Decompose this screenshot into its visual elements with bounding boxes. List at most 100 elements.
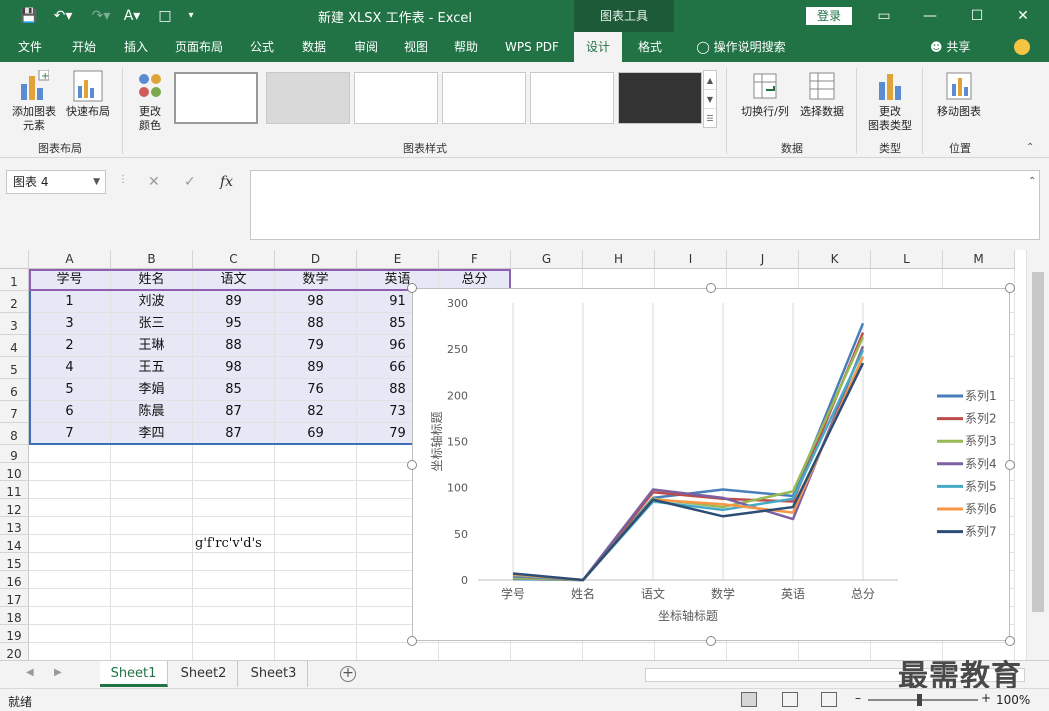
sheet-tab-sheet3[interactable]: Sheet3: [240, 661, 308, 687]
cell[interactable]: [193, 463, 275, 481]
cell[interactable]: [193, 553, 275, 571]
table-header-cell[interactable]: 学号: [29, 269, 111, 291]
row-header-16[interactable]: 16: [0, 571, 29, 589]
table-cell[interactable]: 7: [29, 423, 111, 445]
table-cell[interactable]: 87: [193, 423, 275, 445]
resize-handle[interactable]: [1005, 636, 1015, 646]
chart-style-6[interactable]: [618, 72, 702, 124]
gallery-more-icon[interactable]: ☰: [704, 109, 716, 128]
change-colors-button[interactable]: 更改 颜色: [128, 70, 172, 133]
table-cell[interactable]: 76: [275, 379, 357, 401]
cell[interactable]: [111, 445, 193, 463]
login-button[interactable]: 登录: [806, 7, 852, 25]
cell[interactable]: [29, 643, 111, 660]
resize-handle[interactable]: [1005, 459, 1015, 470]
row-header-11[interactable]: 11: [0, 481, 29, 499]
zoom-out-icon[interactable]: –: [855, 691, 861, 705]
column-header-e[interactable]: E: [357, 250, 439, 269]
chart-style-5[interactable]: [530, 72, 614, 124]
style-gallery-scroll[interactable]: ▲ ▼ ☰: [703, 70, 717, 128]
table-cell[interactable]: 69: [275, 423, 357, 445]
maximize-icon[interactable]: ☐: [962, 4, 992, 28]
sheet-tab-sheet1[interactable]: Sheet1: [100, 661, 168, 687]
zoom-in-icon[interactable]: +: [981, 691, 991, 705]
tab-insert[interactable]: 插入: [114, 32, 158, 62]
row-header-4[interactable]: 4: [0, 335, 29, 357]
cell[interactable]: [193, 625, 275, 643]
insert-function-icon[interactable]: fx: [220, 174, 233, 190]
cell[interactable]: [29, 463, 111, 481]
cell[interactable]: [111, 481, 193, 499]
tab-file[interactable]: 文件: [8, 32, 52, 62]
save-icon[interactable]: 💾: [18, 6, 40, 26]
row-header-12[interactable]: 12: [0, 499, 29, 517]
cell[interactable]: [111, 643, 193, 660]
feedback-smiley-icon[interactable]: [1014, 39, 1030, 55]
column-header-i[interactable]: I: [655, 250, 727, 269]
cell[interactable]: [193, 499, 275, 517]
row-header-9[interactable]: 9: [0, 445, 29, 463]
cell[interactable]: [29, 481, 111, 499]
row-header-10[interactable]: 10: [0, 463, 29, 481]
select-all-corner[interactable]: [0, 250, 29, 269]
resize-handle[interactable]: [407, 283, 417, 293]
zoom-slider[interactable]: [868, 699, 978, 701]
table-cell[interactable]: 3: [29, 313, 111, 335]
table-cell[interactable]: 王琳: [111, 335, 193, 357]
cell[interactable]: [193, 517, 275, 535]
cell[interactable]: [275, 589, 357, 607]
column-header-a[interactable]: A: [29, 250, 111, 269]
redo-icon[interactable]: ↷▾: [86, 6, 116, 26]
table-cell[interactable]: 89: [275, 357, 357, 379]
gallery-up-icon[interactable]: ▲: [704, 71, 716, 90]
zoom-level[interactable]: 100%: [996, 693, 1030, 707]
quick-layout-button[interactable]: 快速布局: [62, 70, 114, 119]
change-chart-type-button[interactable]: 更改 图表类型: [862, 70, 918, 133]
row-header-5[interactable]: 5: [0, 357, 29, 379]
column-header-f[interactable]: F: [439, 250, 511, 269]
enter-icon[interactable]: ✓: [184, 174, 196, 190]
cell[interactable]: [275, 643, 357, 660]
line-chart[interactable]: 0 50 100 150 200 250 300 学号 姓名 语文 数学 英语 总分 坐标轴标题 坐标轴标题…: [407, 283, 1015, 646]
cell[interactable]: [29, 589, 111, 607]
prev-sheet-icon[interactable]: ◀: [26, 667, 34, 678]
cell[interactable]: [357, 643, 439, 660]
tab-data[interactable]: 数据: [292, 32, 336, 62]
table-cell[interactable]: 89: [193, 291, 275, 313]
table-cell[interactable]: 85: [193, 379, 275, 401]
cell[interactable]: [275, 607, 357, 625]
table-cell[interactable]: 88: [193, 335, 275, 357]
formula-input[interactable]: [250, 170, 1040, 240]
cell[interactable]: [29, 553, 111, 571]
resize-handle[interactable]: [1005, 283, 1015, 293]
table-cell[interactable]: 李四: [111, 423, 193, 445]
tab-format[interactable]: 格式: [628, 32, 672, 62]
table-cell[interactable]: 5: [29, 379, 111, 401]
resize-handle[interactable]: [706, 636, 716, 646]
cell[interactable]: [193, 481, 275, 499]
cell[interactable]: [275, 553, 357, 571]
cell[interactable]: [29, 499, 111, 517]
resize-handle[interactable]: [706, 283, 716, 293]
column-header-k[interactable]: K: [799, 250, 871, 269]
chevron-down-icon[interactable]: ▼: [93, 171, 100, 193]
tab-help[interactable]: 帮助: [444, 32, 488, 62]
tab-design[interactable]: 设计: [574, 32, 622, 62]
cell[interactable]: [275, 499, 357, 517]
page-layout-view-icon[interactable]: [782, 692, 798, 707]
table-cell[interactable]: 98: [275, 291, 357, 313]
cell[interactable]: [727, 643, 799, 660]
cell[interactable]: [193, 571, 275, 589]
minimize-icon[interactable]: —: [915, 4, 945, 28]
collapse-ribbon-icon[interactable]: ⌃: [1026, 142, 1034, 153]
cell[interactable]: [439, 643, 511, 660]
expand-formula-bar-icon[interactable]: ⌃: [1028, 176, 1036, 187]
tab-view[interactable]: 视图: [394, 32, 438, 62]
table-cell[interactable]: 79: [275, 335, 357, 357]
cell-c14-text[interactable]: g'f'rc'v'd's: [193, 535, 357, 553]
column-header-c[interactable]: C: [193, 250, 275, 269]
chart-style-1[interactable]: [174, 72, 258, 124]
tell-me-search[interactable]: ◯ 操作说明搜索: [686, 32, 796, 62]
cell[interactable]: [111, 589, 193, 607]
vertical-scrollbar[interactable]: [1026, 250, 1049, 660]
